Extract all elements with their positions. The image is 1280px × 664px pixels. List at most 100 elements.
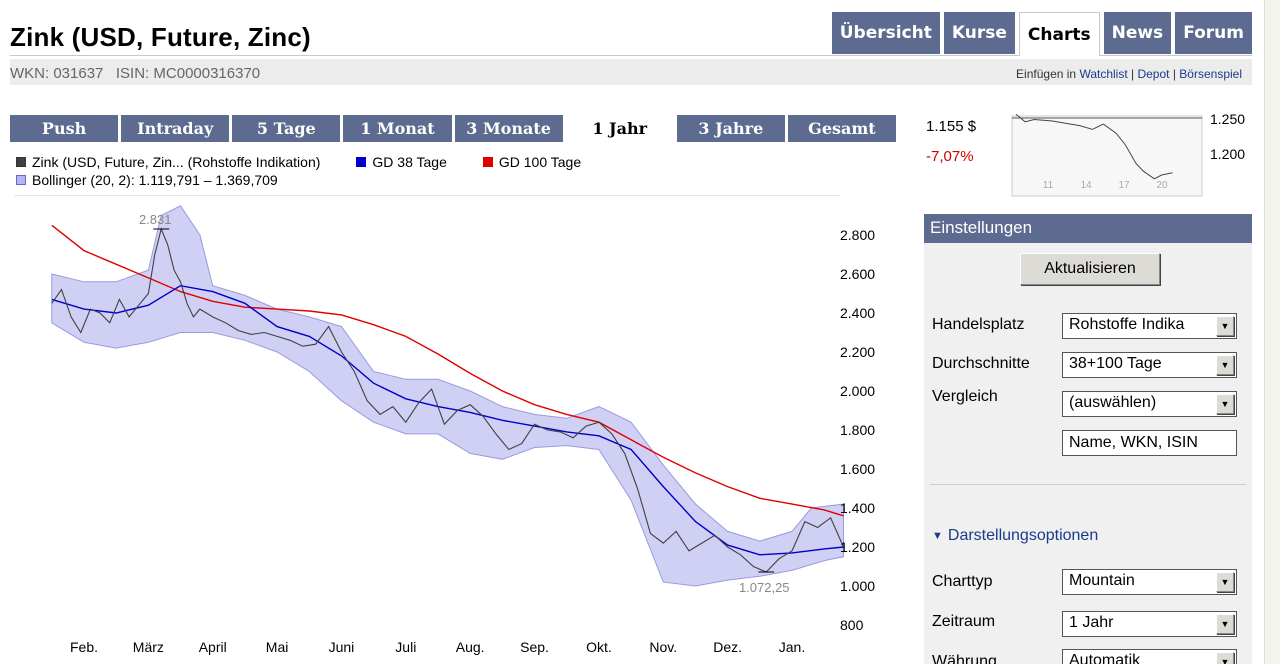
y-tick-label: 2.400	[840, 305, 875, 321]
durchschnitte-label: Durchschnitte	[932, 355, 1030, 373]
page-scrollbar[interactable]	[1264, 0, 1280, 664]
mini-x-tick: 11	[1043, 180, 1054, 191]
x-tick-label: Nov.	[649, 639, 677, 655]
x-tick-label: April	[199, 639, 227, 655]
main-nav-tabs: Übersicht Kurse Charts News Forum	[832, 12, 1252, 56]
bollinger-band	[52, 206, 844, 586]
vergleich-placeholder: Name, WKN, ISIN	[1069, 434, 1198, 451]
y-tick-label: 1.400	[840, 500, 875, 516]
vergleich-select[interactable]: (auswählen) ▼	[1062, 391, 1237, 417]
legend-price: Zink (USD, Future, Zin... (Rohstoffe Ind…	[16, 154, 320, 170]
max-annotation: 2.831	[139, 212, 172, 227]
chevron-down-icon[interactable]: ▼	[1216, 316, 1234, 336]
darstellungsoptionen-label: Darstellungsoptionen	[948, 527, 1098, 545]
y-tick-label: 1.600	[840, 461, 875, 477]
y-tick-label: 1.200	[840, 539, 875, 555]
handelsplatz-label: Handelsplatz	[932, 316, 1025, 334]
handelsplatz-value: Rohstoffe Indika	[1069, 316, 1184, 333]
insert-separator: |	[1170, 67, 1180, 81]
legend-bollinger: Bollinger (20, 2): 1.119,791 – 1.369,709	[16, 172, 278, 188]
chevron-down-icon[interactable]: ▼	[1216, 652, 1234, 664]
x-tick-label: Mai	[266, 639, 289, 655]
mini-y-tick: 1.250	[1210, 112, 1245, 127]
mini-y-tick: 1.200	[1210, 146, 1245, 162]
durchschnitte-value: 38+100 Tage	[1069, 355, 1162, 372]
chart-legend: Zink (USD, Future, Zin... (Rohstoffe Ind…	[16, 153, 581, 189]
charttyp-value: Mountain	[1069, 572, 1135, 589]
zeitraum-value: 1 Jahr	[1069, 614, 1113, 631]
legend-gd38-swatch	[356, 157, 366, 167]
tab-charts[interactable]: Charts	[1019, 12, 1100, 56]
legend-gd100-label: GD 100 Tage	[499, 154, 581, 170]
legend-price-label: Zink (USD, Future, Zin... (Rohstoffe Ind…	[32, 154, 320, 170]
chevron-down-icon[interactable]: ▼	[1216, 572, 1234, 592]
x-tick-label: Sep.	[520, 639, 549, 655]
vergleich-label: Vergleich	[932, 388, 998, 406]
range-tab-1-monat[interactable]: 1 Monat	[343, 115, 451, 142]
legend-bollinger-swatch	[16, 175, 26, 185]
tab-forum[interactable]: Forum	[1175, 12, 1252, 54]
range-tab-1-jahr[interactable]: 1 Jahr	[566, 115, 674, 142]
insert-separator: |	[1128, 67, 1138, 81]
range-tab-intraday[interactable]: Intraday	[121, 115, 229, 142]
legend-gd38-label: GD 38 Tage	[372, 154, 446, 170]
x-tick-label: Feb.	[70, 639, 98, 655]
chevron-down-icon[interactable]: ▼	[1216, 614, 1234, 634]
chevron-down-icon[interactable]: ▼	[1216, 355, 1234, 375]
legend-price-swatch	[16, 157, 26, 167]
y-tick-label: 2.800	[840, 227, 875, 243]
boersenspiel-link[interactable]: Börsenspiel	[1179, 67, 1242, 81]
y-tick-label: 800	[840, 617, 864, 633]
legend-bollinger-label: Bollinger (20, 2): 1.119,791 – 1.369,709	[32, 172, 278, 188]
zeitraum-label: Zeitraum	[932, 613, 995, 631]
x-tick-label: Dez.	[713, 639, 742, 655]
legend-gd100-swatch	[483, 157, 493, 167]
chevron-down-icon[interactable]: ▼	[1216, 394, 1234, 414]
y-tick-label: 1.000	[840, 578, 875, 594]
x-tick-label: Juli	[395, 639, 416, 655]
zeitraum-select[interactable]: 1 Jahr ▼	[1062, 611, 1237, 637]
tab-news[interactable]: News	[1104, 12, 1172, 54]
range-tabs: Push Intraday 5 Tage 1 Monat 3 Monate 1 …	[10, 115, 896, 142]
range-tab-5-tage[interactable]: 5 Tage	[232, 115, 340, 142]
mini-intraday-chart: 1.2501.20011141720	[926, 112, 1256, 202]
waehrung-value: Automatik	[1069, 652, 1140, 664]
y-tick-label: 1.800	[840, 422, 875, 438]
mini-x-tick: 20	[1156, 180, 1168, 191]
insert-prefix: Einfügen in	[1016, 67, 1079, 81]
charttyp-select[interactable]: Mountain ▼	[1062, 569, 1237, 595]
settings-header: Einstellungen	[924, 214, 1252, 243]
legend-gd38: GD 38 Tage	[356, 154, 446, 170]
x-tick-label: Jan.	[779, 639, 805, 655]
x-tick-label: Aug.	[456, 639, 485, 655]
darstellungsoptionen-toggle[interactable]: ▼ Darstellungsoptionen	[932, 527, 1098, 545]
legend-gd100: GD 100 Tage	[483, 154, 581, 170]
y-tick-label: 2.200	[840, 344, 875, 360]
update-button[interactable]: Aktualisieren	[1020, 253, 1160, 285]
triangle-down-icon: ▼	[932, 530, 943, 542]
settings-divider	[930, 484, 1246, 485]
range-tab-push[interactable]: Push	[10, 115, 118, 142]
range-tab-3-monate[interactable]: 3 Monate	[455, 115, 563, 142]
mini-frame	[1012, 116, 1202, 196]
wkn-isin-line: WKN: 031637 ISIN: MC0000316370	[10, 65, 260, 82]
range-tab-gesamt[interactable]: Gesamt	[788, 115, 896, 142]
min-annotation: 1.072,25	[739, 580, 790, 595]
handelsplatz-select[interactable]: Rohstoffe Indika ▼	[1062, 313, 1237, 339]
page-title: Zink (USD, Future, Zinc)	[10, 22, 311, 53]
price-chart[interactable]: 2.831 1.072,25 2.800 2.600 2.400 2.200 2.000 1.…	[0, 195, 900, 664]
charttyp-label: Charttyp	[932, 573, 992, 591]
depot-link[interactable]: Depot	[1137, 67, 1169, 81]
waehrung-select[interactable]: Automatik ▼	[1062, 649, 1237, 664]
durchschnitte-select[interactable]: 38+100 Tage ▼	[1062, 352, 1237, 378]
y-tick-label: 2.000	[840, 383, 875, 399]
range-tab-3-jahre[interactable]: 3 Jahre	[677, 115, 785, 142]
tab-uebersicht[interactable]: Übersicht	[832, 12, 940, 54]
vergleich-search-input[interactable]: Name, WKN, ISIN	[1062, 430, 1237, 456]
x-tick-label: Juni	[329, 639, 355, 655]
y-tick-label: 2.600	[840, 266, 875, 282]
vergleich-value: (auswählen)	[1069, 394, 1156, 411]
tab-kurse[interactable]: Kurse	[944, 12, 1015, 54]
mini-x-tick: 17	[1118, 180, 1130, 191]
watchlist-link[interactable]: Watchlist	[1079, 67, 1127, 81]
